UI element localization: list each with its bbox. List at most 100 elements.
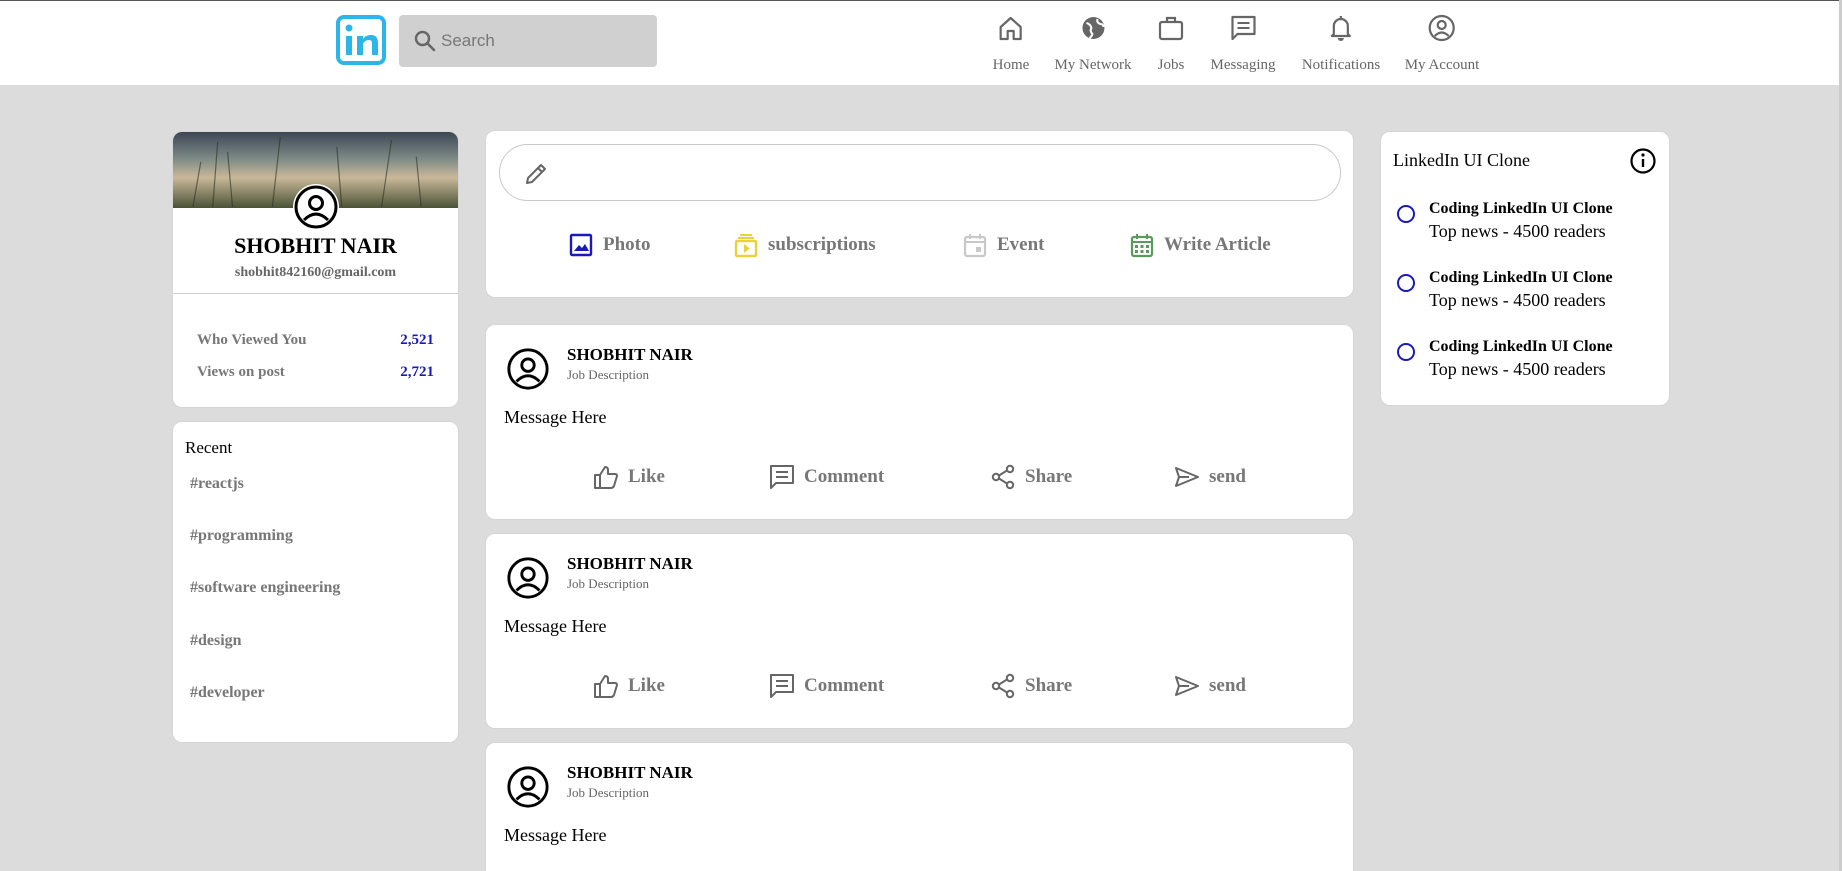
stat-value: 2,521: [400, 332, 434, 348]
recent-tag-reactjs[interactable]: #reactjs: [190, 475, 244, 493]
composer-event-label: Event: [997, 234, 1045, 255]
comment-button[interactable]: Comment: [768, 463, 884, 491]
send-icon: [1175, 676, 1199, 696]
profile-name[interactable]: SHOBHIT NAIR: [173, 233, 458, 259]
nav-home[interactable]: Home: [992, 13, 1030, 74]
nav-jobs[interactable]: Jobs: [1156, 13, 1186, 74]
send-label: send: [1209, 675, 1246, 696]
globe-icon: [1081, 17, 1104, 39]
calendar-grid-icon: [1130, 234, 1154, 258]
message-icon: [1230, 15, 1256, 41]
comment-button[interactable]: Comment: [768, 672, 884, 700]
stat-label: Views on post: [197, 364, 285, 380]
news-card: LinkedIn UI Clone Coding LinkedIn UI Clo…: [1380, 131, 1670, 406]
recent-card: Recent #reactjs #programming #software e…: [172, 421, 459, 743]
nav-home-label: Home: [992, 57, 1030, 73]
recent-tag-programming[interactable]: #programming: [190, 527, 293, 545]
nav-notifications-label: Notifications: [1301, 57, 1381, 73]
composer-subscriptions-label: subscriptions: [768, 234, 876, 255]
share-label: Share: [1025, 675, 1073, 696]
thumbs-up-icon: [594, 675, 618, 698]
create-post-input[interactable]: [499, 144, 1341, 201]
post-card: SHOBHIT NAIR Job Description Message Her…: [485, 742, 1354, 871]
stat-label: Who Viewed You: [197, 332, 307, 348]
news-item[interactable]: Coding LinkedIn UI Clone Top news - 4500…: [1397, 338, 1657, 382]
pencil-icon: [526, 164, 546, 184]
news-bullet-icon: [1397, 343, 1415, 361]
composer-write-article-label: Write Article: [1164, 234, 1271, 255]
briefcase-icon: [1158, 16, 1184, 41]
composer-subscriptions-button[interactable]: subscriptions: [732, 231, 876, 259]
post-message: Message Here: [504, 616, 607, 636]
post-avatar-icon[interactable]: [506, 765, 550, 809]
composer-photo-label: Photo: [603, 234, 651, 255]
home-icon: [999, 16, 1023, 41]
share-button[interactable]: Share: [989, 672, 1072, 700]
news-bullet-icon: [1397, 274, 1415, 292]
post-author-name[interactable]: SHOBHIT NAIR: [567, 345, 693, 365]
stat-value: 2,721: [400, 364, 434, 380]
share-icon: [991, 464, 1015, 490]
nav-messaging-label: Messaging: [1210, 57, 1276, 73]
calendar-icon: [963, 234, 987, 258]
nav-jobs-label: Jobs: [1157, 57, 1185, 73]
comment-label: Comment: [804, 675, 885, 696]
info-icon[interactable]: [1629, 147, 1657, 175]
linkedin-logo-icon[interactable]: [336, 15, 386, 65]
share-label: Share: [1025, 466, 1073, 487]
post-message: Message Here: [504, 407, 607, 427]
image-icon: [569, 233, 593, 257]
search-input[interactable]: [441, 31, 651, 51]
post-author-description: Job Description: [567, 785, 649, 800]
news-title: LinkedIn UI Clone: [1393, 150, 1530, 170]
composer-event-button[interactable]: Event: [961, 231, 1045, 259]
recent-tag-design[interactable]: #design: [190, 632, 242, 650]
profile-email: shobhit842160@gmail.com: [234, 265, 397, 280]
nav-my-account[interactable]: My Account: [1404, 13, 1480, 74]
news-item-heading: Coding LinkedIn UI Clone: [1429, 200, 1613, 217]
nav-my-network-label: My Network: [1054, 57, 1132, 73]
news-item-heading: Coding LinkedIn UI Clone: [1429, 269, 1613, 286]
like-button[interactable]: Like: [592, 463, 665, 491]
stat-who-viewed[interactable]: Who Viewed You 2,521: [197, 332, 434, 349]
post-avatar-icon[interactable]: [506, 556, 550, 600]
like-label: Like: [628, 675, 665, 696]
like-button[interactable]: Like: [592, 672, 665, 700]
comment-label: Comment: [804, 466, 885, 487]
news-bullet-icon: [1397, 205, 1415, 223]
post-card: SHOBHIT NAIR Job Description Message Her…: [485, 324, 1354, 520]
recent-tag-developer[interactable]: #developer: [190, 684, 265, 702]
post-author-name[interactable]: SHOBHIT NAIR: [567, 554, 693, 574]
nav-my-network[interactable]: My Network: [1054, 13, 1132, 74]
post-author-name[interactable]: SHOBHIT NAIR: [567, 763, 693, 783]
news-item[interactable]: Coding LinkedIn UI Clone Top news - 4500…: [1397, 269, 1657, 313]
thumbs-up-icon: [594, 466, 618, 489]
comment-icon: [770, 674, 794, 698]
news-item[interactable]: Coding LinkedIn UI Clone Top news - 4500…: [1397, 200, 1657, 244]
share-button[interactable]: Share: [989, 463, 1072, 491]
news-item-subtext: Top news - 4500 readers: [1429, 221, 1606, 241]
send-label: send: [1209, 466, 1246, 487]
recent-tag-software-engineering[interactable]: #software engineering: [190, 579, 340, 597]
nav-my-account-label: My Account: [1404, 57, 1480, 73]
stat-views-on-post[interactable]: Views on post 2,721: [197, 364, 434, 381]
post-composer: Photo subscriptions Event Write Article: [485, 130, 1354, 298]
search-bar[interactable]: [399, 15, 657, 67]
post-card: SHOBHIT NAIR Job Description Message Her…: [485, 533, 1354, 729]
nav-messaging[interactable]: Messaging: [1211, 13, 1276, 74]
composer-write-article-button[interactable]: Write Article: [1128, 231, 1271, 259]
post-avatar-icon[interactable]: [506, 347, 550, 391]
profile-avatar-icon[interactable]: [293, 184, 339, 230]
profile-card: SHOBHIT NAIR shobhit842160@gmail.com Who…: [172, 131, 459, 408]
composer-photo-button[interactable]: Photo: [567, 231, 651, 259]
comment-icon: [770, 465, 794, 489]
search-icon: [414, 30, 436, 52]
send-button[interactable]: send: [1173, 463, 1246, 491]
send-button[interactable]: send: [1173, 672, 1246, 700]
account-circle-icon: [1428, 14, 1456, 42]
post-author-description: Job Description: [567, 576, 649, 591]
send-icon: [1175, 467, 1199, 487]
top-header: Home My Network Jobs Messaging Notificat…: [0, 0, 1842, 85]
nav-notifications[interactable]: Notifications: [1302, 13, 1380, 74]
post-message: Message Here: [504, 825, 607, 845]
